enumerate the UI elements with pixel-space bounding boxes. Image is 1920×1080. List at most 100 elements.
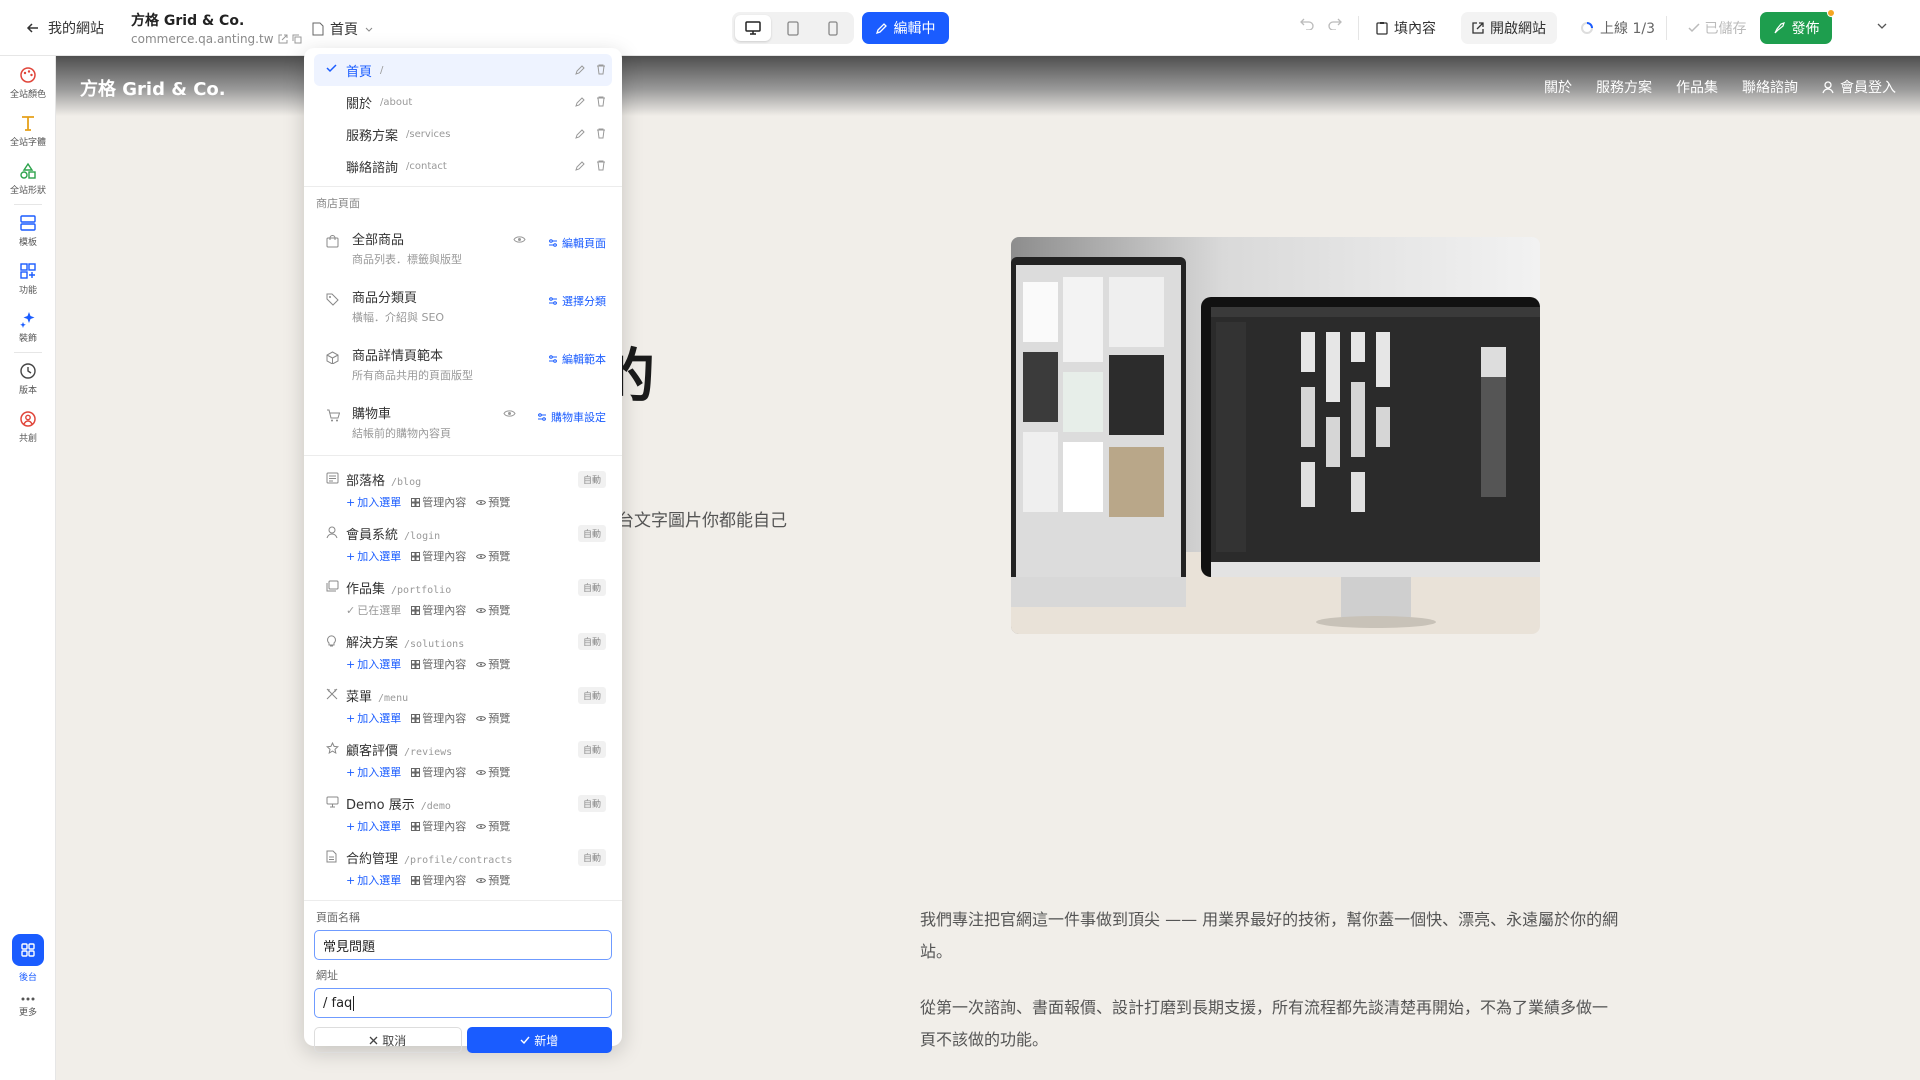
tablet-view-button[interactable] <box>775 15 811 41</box>
sitewide-colors-button[interactable]: 全站顏色 <box>0 66 56 100</box>
grid-icon <box>411 659 421 669</box>
saved-button[interactable]: 已儲存 <box>1676 12 1758 44</box>
back-to-sites-button[interactable]: 我的網站 <box>26 18 104 38</box>
cart-settings-action[interactable]: 購物車設定 <box>537 409 606 425</box>
op-label: 管理內容 <box>422 766 467 779</box>
site-domain[interactable]: commerce.qa.anting.tw <box>131 32 274 46</box>
preview-button[interactable]: 預覽 <box>476 818 510 834</box>
trash-icon[interactable] <box>596 96 606 107</box>
page-row-contact[interactable]: 聯絡諮詢 /contact <box>314 150 612 182</box>
page-selector[interactable]: 首頁 <box>312 19 374 39</box>
manage-content-button[interactable]: 管理內容 <box>411 764 466 780</box>
add-to-menu-button[interactable]: + 加入選單 <box>346 656 401 672</box>
hero-image[interactable] <box>1011 237 1540 634</box>
module-title: Demo 展示 <box>346 798 415 813</box>
eye-icon[interactable] <box>513 235 526 244</box>
co-creation-button[interactable]: 共創 <box>0 410 56 444</box>
features-button[interactable]: 功能 <box>0 262 56 296</box>
nav-portfolio[interactable]: 作品集 <box>1676 77 1718 97</box>
manage-content-button[interactable]: 管理內容 <box>411 872 466 888</box>
preview-button[interactable]: 預覽 <box>476 872 510 888</box>
publish-button[interactable]: 發佈 <box>1760 9 1835 44</box>
trash-icon[interactable] <box>596 64 606 75</box>
preview-button[interactable]: 預覽 <box>476 494 510 510</box>
preview-button[interactable]: 預覽 <box>476 710 510 726</box>
site-logo[interactable]: 方格 Grid & Co. <box>80 75 226 101</box>
about-section[interactable]: 我們專注把官網這一件事做到頂尖 —— 用業界最好的技術，幫你蓋一個快、漂亮、永遠… <box>920 904 1620 1080</box>
add-to-menu-button[interactable]: + 加入選單 <box>346 494 401 510</box>
decorations-button[interactable]: 裝飾 <box>0 310 56 344</box>
op-label: 管理內容 <box>422 712 467 725</box>
redo-icon[interactable] <box>1328 18 1342 30</box>
saved-label: 已儲存 <box>1704 21 1747 37</box>
open-site-button[interactable]: 開啟網站 <box>1461 12 1557 44</box>
op-label: 已在選單 <box>357 604 402 617</box>
manage-content-button[interactable]: 管理內容 <box>411 710 466 726</box>
backend-button[interactable] <box>12 934 44 966</box>
edit-page-action[interactable]: 編輯頁面 <box>548 235 606 251</box>
cancel-button[interactable]: 取消 <box>314 1027 462 1053</box>
preview-button[interactable]: 預覽 <box>476 656 510 672</box>
shop-item-cart[interactable]: 購物車 結帳前的購物內容頁 購物車設定 <box>314 393 612 451</box>
add-to-menu-button[interactable]: + 加入選單 <box>346 764 401 780</box>
op-label: 加入選單 <box>357 496 402 509</box>
manage-content-button[interactable]: 管理內容 <box>411 494 466 510</box>
add-to-menu-button[interactable]: + 加入選單 <box>346 872 401 888</box>
pencil-icon[interactable] <box>575 96 586 107</box>
module-path: /blog <box>391 477 422 488</box>
module-row-portfolio: 作品集/portfolio 自動 ✓ 已在選單 管理內容 預覽 <box>314 572 612 626</box>
nav-services[interactable]: 服務方案 <box>1596 77 1652 97</box>
op-label: 預覽 <box>488 658 511 671</box>
add-page-button[interactable]: 新增 <box>466 1027 612 1053</box>
member-login-link[interactable]: 會員登入 <box>1822 77 1896 97</box>
templates-button[interactable]: 模板 <box>0 214 56 248</box>
select-category-action[interactable]: 選擇分類 <box>548 293 606 309</box>
pencil-icon[interactable] <box>575 160 586 171</box>
manage-content-button[interactable]: 管理內容 <box>411 656 466 672</box>
preview-button[interactable]: 預覽 <box>476 764 510 780</box>
nav-about[interactable]: 關於 <box>1544 77 1572 97</box>
versions-button[interactable]: 版本 <box>0 362 56 396</box>
preview-button[interactable]: 預覽 <box>476 548 510 564</box>
url-label: 網址 <box>316 969 338 982</box>
module-title: 顧客評價 <box>346 744 399 759</box>
fill-content-button[interactable]: 填內容 <box>1376 14 1436 42</box>
trash-icon[interactable] <box>596 128 606 139</box>
sitewide-fonts-label: 全站字體 <box>9 138 46 148</box>
shop-item-all-products[interactable]: 全部商品 商品列表．標籤與版型 編輯頁面 <box>314 219 612 277</box>
shop-item-product-template[interactable]: 商品詳情頁範本 所有商品共用的頁面版型 編輯範本 <box>314 335 612 393</box>
external-link-icon[interactable] <box>278 34 288 44</box>
trash-icon[interactable] <box>596 160 606 171</box>
page-row-services[interactable]: 服務方案 /services <box>314 118 612 150</box>
url-input[interactable]: / faq <box>314 988 612 1018</box>
preview-button[interactable]: 預覽 <box>476 602 510 618</box>
desktop-view-button[interactable] <box>735 15 771 41</box>
eye-icon[interactable] <box>503 409 516 418</box>
page-name-input[interactable]: 常見問題 <box>314 930 612 960</box>
nav-contact[interactable]: 聯絡諮詢 <box>1742 77 1798 97</box>
add-to-menu-button[interactable]: + 加入選單 <box>346 548 401 564</box>
manage-content-button[interactable]: 管理內容 <box>411 818 466 834</box>
pencil-icon[interactable] <box>575 128 586 139</box>
mobile-view-button[interactable] <box>815 15 851 41</box>
sitewide-fonts-button[interactable]: 全站字體 <box>0 114 56 148</box>
more-menu-button[interactable] <box>1876 20 1888 32</box>
eye-icon <box>476 823 487 829</box>
add-to-menu-button[interactable]: + 加入選單 <box>346 710 401 726</box>
more-button[interactable]: 更多 <box>0 996 56 1018</box>
manage-content-button[interactable]: 管理內容 <box>411 602 466 618</box>
page-row-home[interactable]: 首頁 / <box>314 54 612 86</box>
page-row-about[interactable]: 關於 /about <box>314 86 612 118</box>
undo-icon[interactable] <box>1300 18 1314 30</box>
editing-mode-button[interactable]: 編輯中 <box>862 12 949 44</box>
copy-icon[interactable] <box>292 34 302 44</box>
op-label: 預覽 <box>488 874 511 887</box>
manage-content-button[interactable]: 管理內容 <box>411 548 466 564</box>
shop-item-category-page[interactable]: 商品分類頁 橫幅．介紹與 SEO 選擇分類 <box>314 277 612 335</box>
sitewide-shapes-button[interactable]: 全站形狀 <box>0 162 56 196</box>
edit-template-action[interactable]: 編輯範本 <box>548 351 606 367</box>
member-login-label: 會員登入 <box>1840 80 1896 96</box>
pencil-icon[interactable] <box>575 64 586 75</box>
add-to-menu-button[interactable]: + 加入選單 <box>346 818 401 834</box>
divider <box>1358 16 1359 40</box>
